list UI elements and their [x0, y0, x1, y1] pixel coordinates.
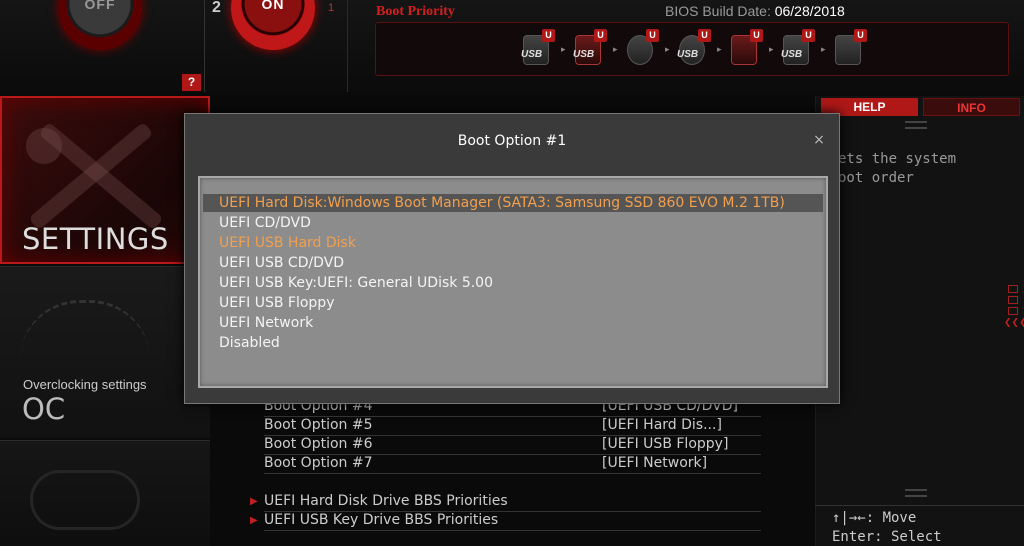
- device-tag: USB: [677, 49, 699, 60]
- boot-option-row[interactable]: Boot Option #6 [UEFI USB Floppy]: [264, 436, 761, 455]
- usb-disk-icon[interactable]: USB U: [521, 29, 555, 67]
- oc-title: OC: [22, 392, 66, 426]
- option-item[interactable]: UEFI USB CD/DVD: [203, 254, 823, 272]
- chevron-right-icon: ▸: [769, 45, 774, 55]
- uefi-badge: U: [854, 29, 867, 42]
- bios-build-label: BIOS Build Date:: [665, 3, 771, 19]
- boot-option-name: Boot Option #5: [264, 417, 373, 433]
- option-item[interactable]: UEFI Network: [203, 314, 823, 332]
- chevron-right-icon: ▸: [717, 45, 722, 55]
- device-tag: USB: [521, 49, 543, 60]
- dialog-title: Boot Option #1: [457, 133, 567, 149]
- uefi-badge: U: [698, 29, 711, 42]
- oc-subtitle: Overclocking settings: [23, 377, 147, 392]
- boot-priority-label: Boot Priority: [376, 4, 455, 19]
- boot-option-name: Boot Option #6: [264, 436, 373, 452]
- submenu-arrow-icon: ▶: [250, 496, 258, 507]
- network-icon[interactable]: U: [833, 29, 867, 67]
- header-divider: [347, 0, 348, 92]
- chevron-right-icon: ▸: [613, 45, 618, 55]
- chevron-right-icon: ▸: [821, 45, 826, 55]
- boot-option-value: [UEFI USB Floppy]: [602, 436, 729, 452]
- boot-option-row[interactable]: Boot Option #7 [UEFI Network]: [264, 455, 761, 474]
- usb-floppy-icon[interactable]: USB U: [781, 29, 815, 67]
- header: OFF 2 ON 1 ? BIOS Build Date: 06/28/2018…: [0, 0, 1024, 92]
- option-item[interactable]: UEFI USB Hard Disk: [203, 234, 823, 252]
- submenu-arrow-icon: ▶: [250, 515, 258, 526]
- scroll-grip-bottom[interactable]: [905, 489, 927, 497]
- usb-icon: [30, 470, 140, 530]
- xmp-profile-2-label[interactable]: 2: [212, 0, 221, 17]
- help-text: ets the system oot order: [838, 151, 957, 186]
- boot-priority-bar: USB U ▸ USB U ▸ U ▸ USB U ▸ U ▸ USB U ▸ U: [375, 22, 1009, 76]
- option-item[interactable]: UEFI CD/DVD: [203, 214, 823, 232]
- help-divider: [815, 505, 1024, 506]
- tab-info[interactable]: INFO: [923, 98, 1020, 116]
- option-item[interactable]: UEFI Hard Disk:Windows Boot Manager (SAT…: [203, 194, 823, 212]
- boot-option-value: [UEFI Network]: [602, 455, 708, 471]
- bios-build-date: BIOS Build Date: 06/28/2018: [665, 3, 845, 19]
- scroll-grip-top[interactable]: [905, 121, 927, 129]
- option-item[interactable]: UEFI USB Floppy: [203, 294, 823, 312]
- boot-option-dialog: Boot Option #1 × UEFI Hard Disk:Windows …: [184, 113, 840, 404]
- collapse-chevron-icon[interactable]: ❮❮❮: [1004, 318, 1024, 328]
- side-marker: [1008, 285, 1018, 293]
- uefi-badge: U: [750, 29, 763, 42]
- key-hint-select: Enter: Select: [832, 529, 942, 545]
- key-hint-move: ↑|→←: Move: [832, 510, 917, 526]
- bios-build-value: 06/28/2018: [774, 3, 845, 19]
- device-tag: USB: [573, 49, 595, 60]
- side-marker: [1008, 307, 1018, 315]
- option-item[interactable]: Disabled: [203, 334, 823, 352]
- boot-option-row[interactable]: Boot Option #5 [UEFI Hard Dis...]: [264, 417, 761, 436]
- usb-key-icon[interactable]: USB U: [573, 29, 607, 67]
- help-question-button[interactable]: ?: [182, 74, 201, 91]
- submenu-hdd-bbs[interactable]: UEFI Hard Disk Drive BBS Priorities: [264, 493, 761, 512]
- close-icon[interactable]: ×: [811, 133, 827, 149]
- uefi-badge: U: [802, 29, 815, 42]
- xmp-profile-1-label[interactable]: 1: [328, 2, 334, 14]
- submenu-usb-key-bbs[interactable]: UEFI USB Key Drive BBS Priorities: [264, 512, 761, 531]
- optical-disc-icon[interactable]: U: [625, 29, 659, 67]
- usb-optical-icon[interactable]: USB U: [677, 29, 711, 67]
- xmp-state: ON: [261, 0, 285, 12]
- boot-option-value: [UEFI Hard Dis...]: [602, 417, 722, 433]
- uefi-badge: U: [542, 29, 555, 42]
- game-boost-state: OFF: [84, 0, 116, 12]
- option-list: UEFI Hard Disk:Windows Boot Manager (SAT…: [198, 176, 828, 388]
- device-tag: USB: [781, 49, 803, 60]
- xmp-knob[interactable]: ON: [231, 0, 315, 50]
- chevron-right-icon: ▸: [561, 45, 566, 55]
- uefi-badge: U: [646, 29, 659, 42]
- uefi-badge: U: [594, 29, 607, 42]
- boot-option-name: Boot Option #7: [264, 455, 373, 471]
- settings-title: SETTINGS: [22, 222, 169, 256]
- option-item[interactable]: UEFI USB Key:UEFI: General UDisk 5.00: [203, 274, 823, 292]
- hard-disk-icon[interactable]: U: [729, 29, 763, 67]
- chevron-right-icon: ▸: [665, 45, 670, 55]
- side-marker: [1008, 296, 1018, 304]
